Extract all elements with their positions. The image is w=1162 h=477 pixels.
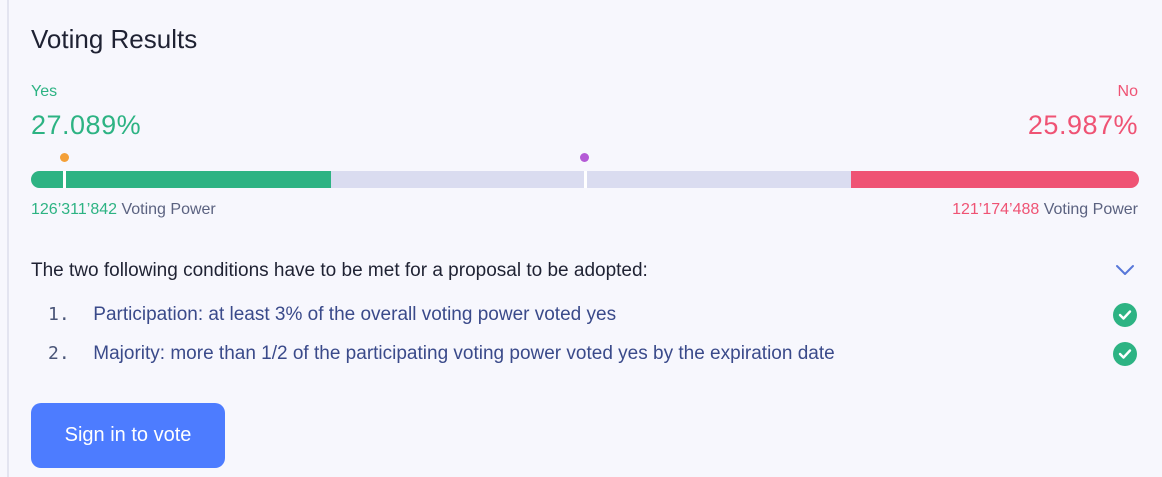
condition-item: 2. Majority: more than 1/2 of the partic… bbox=[48, 343, 835, 365]
voting-results-panel: Voting Results Yes No 27.089% 25.987% 12… bbox=[0, 0, 1162, 477]
voting-progress-bar bbox=[31, 171, 1139, 188]
yes-percentage: 27.089% bbox=[31, 110, 142, 140]
yes-voting-power: 126’311’842 Voting Power bbox=[31, 201, 216, 219]
no-voting-power: 121’174’488 Voting Power bbox=[952, 201, 1138, 219]
yes-label: Yes bbox=[31, 83, 58, 100]
no-voting-power-label: Voting Power bbox=[1043, 201, 1138, 218]
majority-threshold-tick bbox=[584, 171, 587, 188]
no-label: No bbox=[1117, 83, 1138, 100]
no-bar-fill bbox=[851, 171, 1139, 188]
condition-text: Majority: more than 1/2 of the participa… bbox=[93, 343, 835, 364]
check-circle-icon bbox=[1113, 303, 1137, 327]
condition-text: Participation: at least 3% of the overal… bbox=[93, 304, 617, 325]
yes-voting-power-value: 126’311’842 bbox=[31, 201, 118, 218]
check-circle-icon bbox=[1113, 342, 1137, 366]
participation-threshold-marker bbox=[60, 153, 69, 162]
no-voting-power-value: 121’174’488 bbox=[952, 201, 1040, 218]
condition-number: 2. bbox=[48, 343, 70, 364]
participation-threshold-tick bbox=[63, 171, 67, 188]
yes-voting-power-label: Voting Power bbox=[121, 201, 216, 218]
majority-threshold-marker bbox=[580, 153, 589, 162]
yes-bar-fill bbox=[31, 171, 332, 188]
condition-number: 1. bbox=[48, 304, 70, 325]
panel-divider bbox=[7, 0, 9, 477]
conditions-heading: The two following conditions have to be … bbox=[31, 260, 648, 281]
page-title: Voting Results bbox=[31, 24, 198, 54]
sign-in-to-vote-button[interactable]: Sign in to vote bbox=[31, 403, 225, 468]
chevron-down-icon[interactable] bbox=[1114, 262, 1136, 278]
condition-item: 1. Participation: at least 3% of the ove… bbox=[48, 304, 616, 326]
no-percentage: 25.987% bbox=[1027, 110, 1138, 140]
